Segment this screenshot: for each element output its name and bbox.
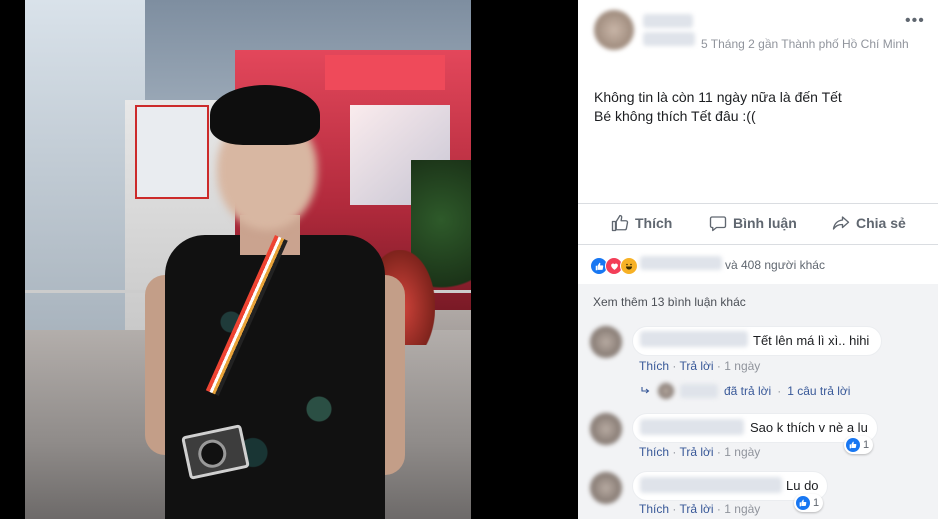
- like-reaction-icon: [796, 496, 810, 510]
- comment-button[interactable]: Bình luận: [709, 214, 797, 232]
- reaction-icons[interactable]: [590, 257, 638, 275]
- thumbs-up-icon: [611, 214, 629, 232]
- post-photo[interactable]: [25, 0, 471, 519]
- share-button-label: Chia sẻ: [856, 215, 906, 231]
- photo-camera-lens: [195, 437, 229, 471]
- reactor-names-redacted[interactable]: [640, 256, 722, 270]
- comment-actions: Thích · Trả lời · 1 ngày: [639, 359, 761, 373]
- comment-text: Lu do: [786, 478, 819, 493]
- commenter-name-redacted[interactable]: [640, 477, 782, 493]
- author-avatar[interactable]: [594, 10, 634, 50]
- comment-text: Sao k thích v nè a lu: [750, 420, 868, 435]
- comment-reaction-count[interactable]: 1: [844, 436, 874, 454]
- comment-like-link[interactable]: Thích: [639, 359, 669, 373]
- like-button[interactable]: Thích: [611, 214, 672, 232]
- share-button[interactable]: Chia sẻ: [832, 214, 906, 232]
- like-button-label: Thích: [635, 215, 673, 231]
- commenter-name-redacted[interactable]: [640, 419, 744, 435]
- photo-person: [145, 85, 405, 519]
- reply-count: 1 câu trả lời: [787, 384, 851, 398]
- reaction-count[interactable]: và 408 người khác: [725, 258, 825, 272]
- comment-button-label: Bình luận: [733, 215, 797, 231]
- author-name-redacted-2: [643, 32, 695, 46]
- view-replies-link[interactable]: đã trả lời · 1 câu trả lời: [640, 383, 850, 399]
- comment-time: 1 ngày: [724, 445, 761, 459]
- comment-like-count: 1: [863, 439, 870, 451]
- more-options-icon[interactable]: •••: [905, 12, 925, 30]
- haha-reaction-icon: [620, 257, 638, 275]
- comment-time: 1 ngày: [724, 502, 761, 516]
- comment-icon: [709, 216, 727, 232]
- comment-reply-link[interactable]: Trả lời: [679, 359, 713, 373]
- post-meta[interactable]: 5 Tháng 2 gần Thành phố Hồ Chí Minh: [701, 37, 909, 51]
- post-text-line-2: Bé không thích Tết đâu :((: [594, 108, 756, 124]
- comment-reply-link[interactable]: Trả lời: [679, 445, 713, 459]
- comment-like-count: 1: [813, 497, 820, 509]
- comment-text: Tết lên má lì xì.. hihi: [753, 333, 870, 348]
- reply-summary: đã trả lời: [724, 384, 772, 398]
- photo-person-hair: [210, 85, 320, 145]
- commenter-avatar[interactable]: [590, 326, 622, 358]
- replier-avatar: [658, 383, 674, 399]
- comment-actions: Thích · Trả lời · 1 ngày: [639, 445, 761, 459]
- comment-time: 1 ngày: [724, 359, 761, 373]
- photo-viewer: [0, 0, 578, 519]
- divider-top: [578, 203, 938, 204]
- comment-like-link[interactable]: Thích: [639, 445, 669, 459]
- like-reaction-icon: [846, 438, 860, 452]
- view-more-comments-link[interactable]: Xem thêm 13 bình luận khác: [593, 295, 746, 309]
- commenter-avatar[interactable]: [590, 472, 622, 504]
- divider-mid: [578, 244, 938, 245]
- comment-like-link[interactable]: Thích: [639, 502, 669, 516]
- share-icon: [832, 216, 850, 230]
- post-text-line-1: Không tin là còn 11 ngày nữa là đến Tết: [594, 89, 842, 105]
- comment-reaction-count[interactable]: 1: [794, 494, 824, 512]
- comment-reply-link[interactable]: Trả lời: [679, 502, 713, 516]
- post-text: Không tin là còn 11 ngày nữa là đến Tết …: [594, 88, 842, 126]
- replier-name-redacted: [680, 384, 718, 398]
- comment-actions: Thích · Trả lời · 1 ngày: [639, 502, 761, 516]
- commenter-avatar[interactable]: [590, 413, 622, 445]
- commenter-name-redacted[interactable]: [640, 331, 748, 347]
- author-name-redacted[interactable]: [643, 14, 693, 28]
- reply-arrow-icon: [641, 387, 650, 394]
